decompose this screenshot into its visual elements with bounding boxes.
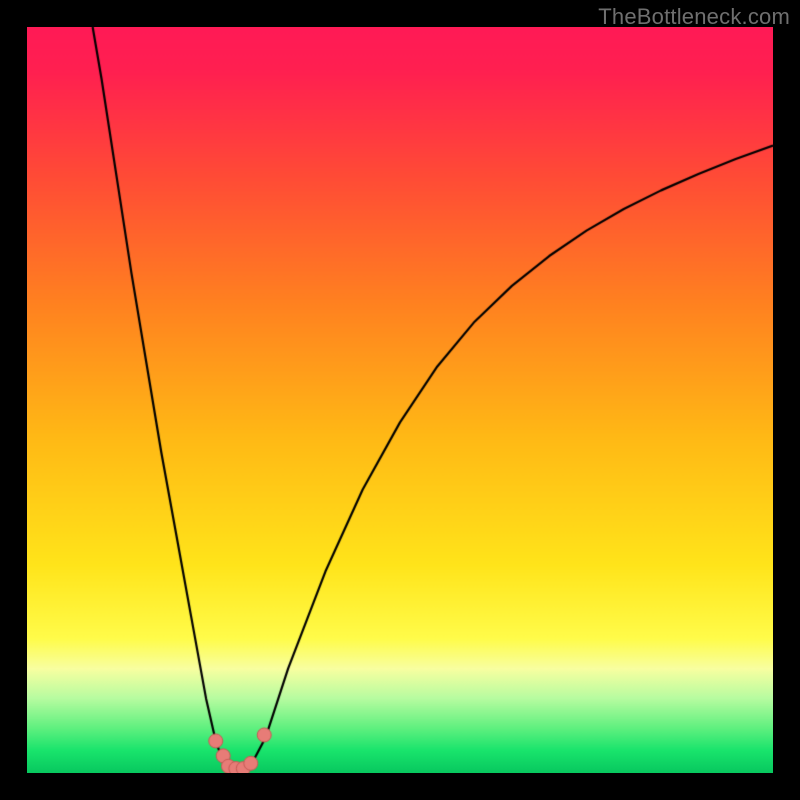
watermark-label: TheBottleneck.com [598, 4, 790, 30]
chart-frame: TheBottleneck.com [0, 0, 800, 800]
chart-canvas [27, 27, 773, 773]
